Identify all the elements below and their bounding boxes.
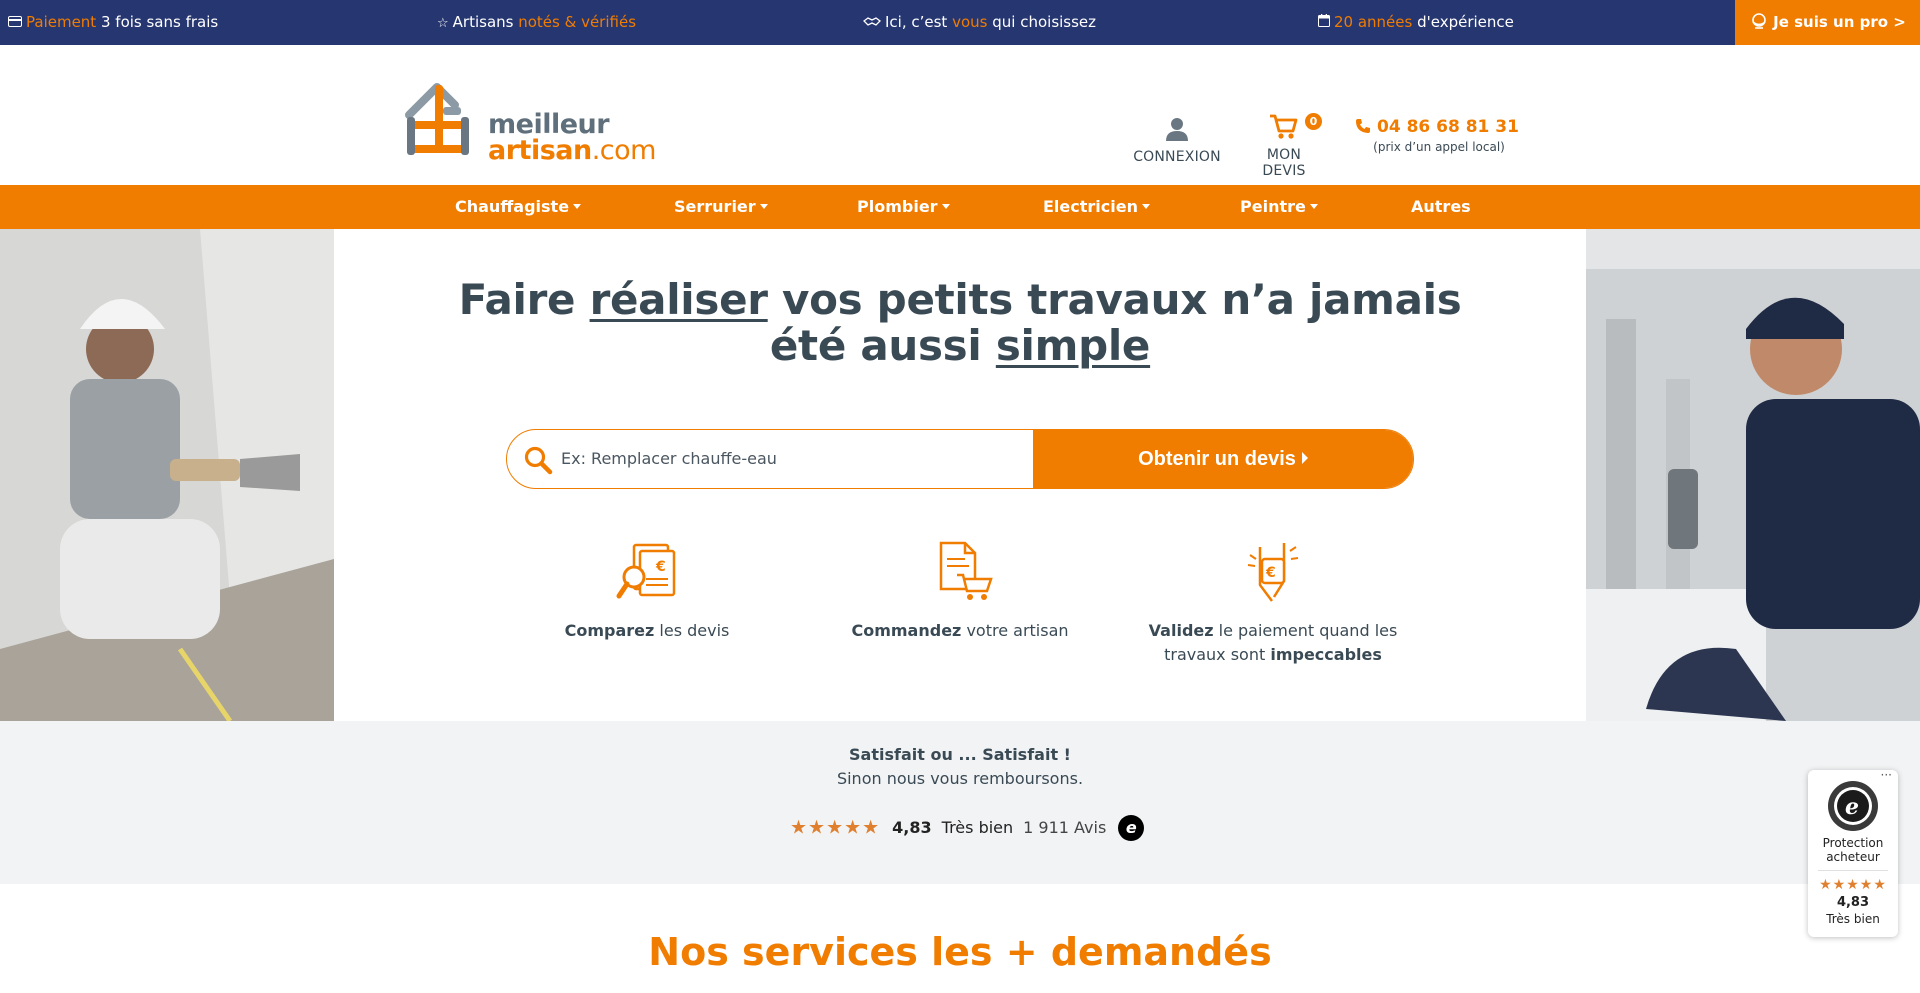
rating-label: Très bien: [941, 817, 1014, 837]
review-count: 1 911 Avis: [1023, 817, 1107, 837]
cart-icon: [1270, 114, 1298, 139]
nav-item-autres[interactable]: Autres: [1411, 185, 1471, 229]
divider: [1818, 870, 1888, 871]
topbar-item-choice: Ici, c’est vous qui choisissez: [863, 0, 1096, 45]
topbar-item-experience: 20 années d'expérience: [1318, 0, 1514, 45]
connexion-button[interactable]: CONNEXION: [1131, 117, 1223, 165]
trusted-shops-widget[interactable]: ··· e Protection acheteur ★★★★★ 4,83 Trè…: [1808, 768, 1898, 937]
satisfaction-title: Satisfait ou ... Satisfait !: [849, 745, 1071, 764]
topbar-item-payment: Paiement 3 fois sans frais: [8, 0, 218, 45]
credit-card-icon: [8, 2, 22, 46]
phone-note: (prix d’un appel local): [1373, 140, 1505, 154]
obtenir-devis-button[interactable]: Obtenir un devis: [1033, 430, 1413, 488]
search-input[interactable]: [561, 430, 1031, 487]
search-icon: [524, 446, 553, 475]
nav-item-electricien[interactable]: Electricien: [1043, 185, 1150, 229]
caret-down-icon: [759, 204, 768, 209]
topbar-item-artisans: ☆ Artisans notés & vérifiés: [437, 0, 636, 45]
caret-right-icon: [1301, 452, 1308, 464]
hero-photo-plumber: [1586, 229, 1920, 721]
caret-down-icon: [573, 204, 582, 209]
satisfaction-subtitle: Sinon nous vous remboursons.: [836, 769, 1084, 788]
top-info-bar: Paiement 3 fois sans frais ☆ Artisans not…: [0, 0, 1920, 45]
rating-score: 4,83: [892, 817, 932, 837]
caret-down-icon: [941, 204, 950, 209]
order-cart-icon: [939, 541, 993, 600]
svg-text:€: €: [1265, 565, 1276, 581]
phone-icon: [1356, 119, 1370, 133]
rating-summary[interactable]: ★★★★★ 4,83 Très bien 1 911 Avis e: [790, 815, 1145, 845]
nav-item-chauffagiste[interactable]: Chauffagiste: [455, 185, 582, 229]
pro-icon: [1749, 3, 1769, 47]
nav-item-plombier[interactable]: Plombier: [857, 185, 950, 229]
widget-label: Très bien: [1826, 912, 1880, 926]
site-header: meilleur artisan.com CONNEXION 0 MON DEV…: [0, 45, 1920, 185]
star-icon: ☆: [437, 16, 449, 31]
rating-stars: ★★★★★: [790, 816, 881, 839]
pro-button[interactable]: Je suis un pro >: [1735, 0, 1920, 45]
mon-devis-button[interactable]: 0 MON DEVIS: [1243, 113, 1325, 179]
handshake-icon: [863, 2, 881, 46]
widget-stars: ★★★★★: [1819, 877, 1887, 893]
buyer-protection-label: Protection acheteur: [1822, 836, 1884, 864]
caret-down-icon: [1309, 204, 1318, 209]
calendar-icon: [1318, 2, 1330, 46]
quote-search-bar: Obtenir un devis: [506, 429, 1414, 489]
more-options-icon[interactable]: ···: [1881, 768, 1892, 782]
trusted-shops-e-icon: e: [1118, 815, 1145, 841]
compare-quotes-icon: €: [616, 543, 676, 599]
widget-score: 4,83: [1836, 895, 1870, 910]
svg-text:e: e: [1845, 794, 1859, 820]
site-logo[interactable]: meilleur artisan.com: [403, 77, 656, 167]
step-validate: € Validez le paiement quand les travaux …: [1123, 541, 1423, 667]
svg-text:€: €: [655, 559, 666, 575]
hero-photo-plasterer: [0, 229, 334, 721]
nav-item-peintre[interactable]: Peintre: [1240, 185, 1318, 229]
step-compare: € Comparez les devis: [497, 541, 797, 643]
services-section-title: Nos services les + demandés: [648, 930, 1272, 974]
cart-count-badge: 0: [1305, 113, 1322, 130]
house-logo-icon: [405, 83, 469, 155]
user-icon: [1166, 118, 1188, 141]
hero-headline: Faire réaliser vos petits travaux n’a ja…: [458, 275, 1462, 370]
trusted-shops-seal-icon: e: [1828, 781, 1878, 831]
nav-item-serrurier[interactable]: Serrurier: [674, 185, 768, 229]
hero-section: Faire réaliser vos petits travaux n’a ja…: [0, 229, 1920, 721]
main-nav: Chauffagiste Serrurier Plombier Electric…: [0, 185, 1920, 229]
phone-number: 04 86 68 81 31: [1377, 117, 1519, 137]
step-order: Commandez votre artisan: [810, 541, 1110, 643]
caret-down-icon: [1141, 204, 1150, 209]
phone-contact[interactable]: 04 86 68 81 31 (prix d’un appel local): [1355, 117, 1519, 155]
payment-handshake-icon: €: [1247, 543, 1299, 602]
satisfaction-band: Satisfait ou ... Satisfait ! Sinon nous …: [0, 721, 1920, 884]
